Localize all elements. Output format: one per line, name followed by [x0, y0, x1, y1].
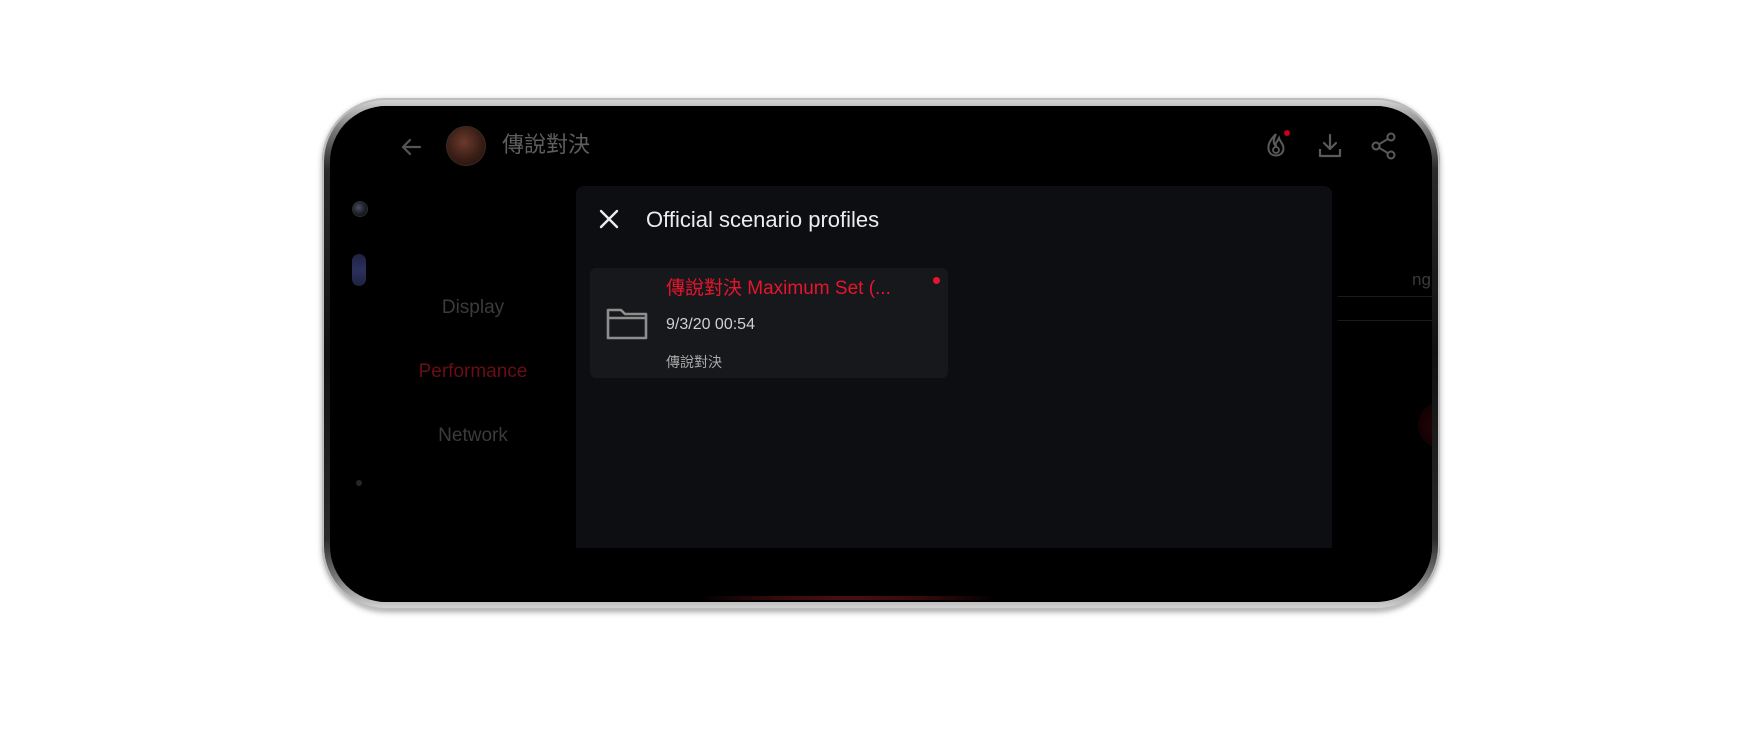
side-item-display[interactable]: Display: [378, 296, 568, 320]
front-camera: [352, 201, 368, 217]
background-action-button: [1418, 402, 1432, 448]
profile-name: 傳說對決 Maximum Set (...: [666, 278, 891, 299]
side-item-network[interactable]: Network: [378, 424, 568, 448]
back-button[interactable]: [396, 132, 426, 162]
bottom-glow: [698, 596, 998, 600]
scenario-profiles-dialog: Official scenario profiles 傳說對決 Maximum …: [576, 186, 1332, 548]
arrow-left-icon: [401, 138, 422, 156]
profile-game: 傳說對決: [666, 354, 722, 370]
divider: [1338, 320, 1432, 321]
stage: 傳說對決 Display Performance Network ng Offi…: [0, 0, 1764, 729]
share-button[interactable]: [1368, 130, 1400, 162]
page-title: 傳說對決: [502, 132, 591, 157]
close-button[interactable]: [596, 206, 622, 232]
share-icon: [1371, 132, 1396, 160]
notification-dot: [1284, 130, 1290, 136]
game-avatar: [446, 126, 486, 166]
sensor-pill: [352, 254, 366, 286]
divider: [1338, 296, 1432, 297]
app-screen: 傳說對決 Display Performance Network ng Offi…: [378, 106, 1432, 602]
phone-frame: 傳說對決 Display Performance Network ng Offi…: [322, 98, 1440, 610]
top-bar: 傳說對決: [378, 106, 1432, 186]
dialog-title: Official scenario profiles: [646, 207, 880, 232]
side-item-performance[interactable]: Performance: [378, 360, 568, 384]
background-setting-text: ng: [1412, 270, 1431, 289]
microphone-dot: [356, 480, 362, 486]
download-icon: [1318, 133, 1342, 158]
phone-screen-bezel: 傳說對決 Display Performance Network ng Offi…: [330, 106, 1432, 602]
profile-card[interactable]: 傳說對決 Maximum Set (... 9/3/20 00:54 傳說對決: [590, 268, 948, 378]
download-button[interactable]: [1314, 130, 1346, 162]
profile-date: 9/3/20 00:54: [666, 316, 755, 333]
boost-button[interactable]: [1260, 130, 1292, 162]
unread-dot: [933, 277, 940, 284]
close-icon: [599, 209, 619, 229]
side-menu: Display Performance Network: [378, 194, 568, 494]
folder-icon: [606, 308, 648, 340]
